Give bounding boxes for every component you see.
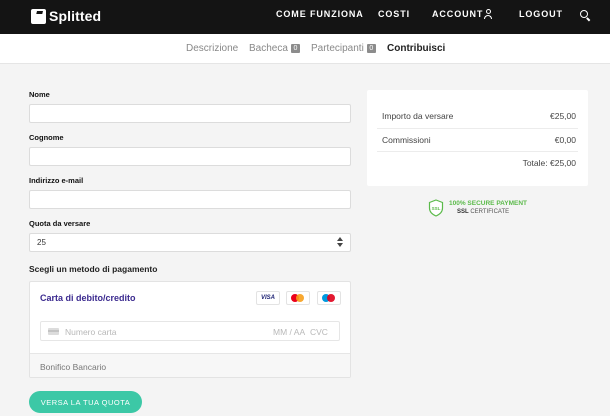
payment-method-title: Scegli un metodo di pagamento	[29, 264, 158, 274]
summary-amount-value: €25,00	[550, 111, 576, 121]
top-navigation-bar: Splitted COME FUNZIONA COSTI ACCOUNT LOG…	[0, 0, 610, 34]
summary-total-value: €25,00	[550, 158, 576, 168]
tab-descrizione[interactable]: Descrizione	[186, 43, 238, 54]
name-input[interactable]	[29, 104, 351, 123]
nav-logout[interactable]: LOGOUT	[519, 9, 563, 19]
user-icon[interactable]	[484, 9, 492, 20]
tab-label: Bacheca	[249, 43, 288, 54]
ssl-badge-text: SSL	[432, 206, 441, 211]
mastercard-icon	[291, 294, 305, 302]
cvc-input[interactable]: CVC	[310, 327, 328, 337]
summary-divider	[377, 128, 578, 129]
summary-fees-value: €0,00	[554, 135, 576, 145]
card-details-field[interactable]: Numero carta MM / AA CVC	[40, 321, 340, 341]
nav-account[interactable]: ACCOUNT	[432, 9, 483, 19]
tab-label: Partecipanti	[311, 43, 364, 54]
search-icon[interactable]	[580, 10, 588, 18]
bank-transfer-label: Bonifico Bancario	[40, 362, 107, 372]
mastercard-logo	[286, 291, 310, 305]
card-payment-option[interactable]: Carta di debito/credito	[40, 293, 136, 303]
maestro-logo	[317, 291, 341, 305]
tab-bacheca[interactable]: Bacheca 0	[249, 43, 300, 54]
summary-amount-row: Importo da versare €25,00	[382, 111, 576, 121]
bank-transfer-option[interactable]: Bonifico Bancario	[30, 353, 350, 377]
summary-total-label: Totale:	[522, 158, 548, 168]
ssl-certificate-text: SSL CERTIFICATE	[457, 209, 510, 215]
surname-label: Cognome	[29, 133, 64, 142]
amount-stepper[interactable]	[336, 236, 344, 248]
pay-contribution-button[interactable]: VERSA LA TUA QUOTA	[29, 391, 142, 413]
amount-input[interactable]	[29, 233, 351, 252]
nav-how-it-works[interactable]: COME FUNZIONA	[276, 9, 364, 19]
tab-label: Descrizione	[186, 43, 239, 54]
tab-label: Contribuisci	[387, 43, 446, 54]
payment-summary: Importo da versare €25,00 Commissioni €0…	[367, 90, 588, 186]
visa-logo-text: VISA	[260, 295, 275, 301]
credit-card-icon	[48, 328, 59, 335]
name-label: Nome	[29, 90, 50, 99]
summary-divider	[377, 151, 578, 152]
payment-methods-box: Carta di debito/credito VISA Numero cart…	[29, 281, 351, 378]
tab-contribuisci[interactable]: Contribuisci	[387, 43, 445, 54]
card-number-input[interactable]: Numero carta	[65, 327, 117, 337]
summary-fees-row: Commissioni €0,00	[382, 135, 576, 145]
surname-input[interactable]	[29, 147, 351, 166]
nav-costs[interactable]: COSTI	[378, 9, 410, 19]
amount-label: Quota da versare	[29, 219, 91, 228]
splitted-logo[interactable]: Splitted	[31, 7, 101, 25]
splitted-logo-icon	[31, 8, 46, 24]
visa-logo: VISA	[256, 291, 280, 305]
email-input[interactable]	[29, 190, 351, 209]
email-label: Indirizzo e-mail	[29, 176, 84, 185]
campaign-tabs: Descrizione Bacheca 0 Partecipanti 0 Con…	[0, 34, 610, 64]
tab-partecipanti[interactable]: Partecipanti 0	[311, 43, 376, 54]
summary-fees-label: Commissioni	[382, 135, 431, 145]
ssl-shield-icon: SSL	[428, 199, 444, 217]
count-badge: 0	[290, 44, 300, 53]
count-badge: 0	[366, 44, 376, 53]
summary-total: Totale: €25,00	[523, 158, 576, 168]
summary-amount-label: Importo da versare	[382, 111, 454, 121]
brand-name: Splitted	[49, 8, 102, 24]
expiry-input[interactable]: MM / AA	[273, 327, 305, 337]
maestro-icon	[322, 294, 336, 302]
secure-payment-text: 100% SECURE PAYMENT	[449, 200, 528, 207]
